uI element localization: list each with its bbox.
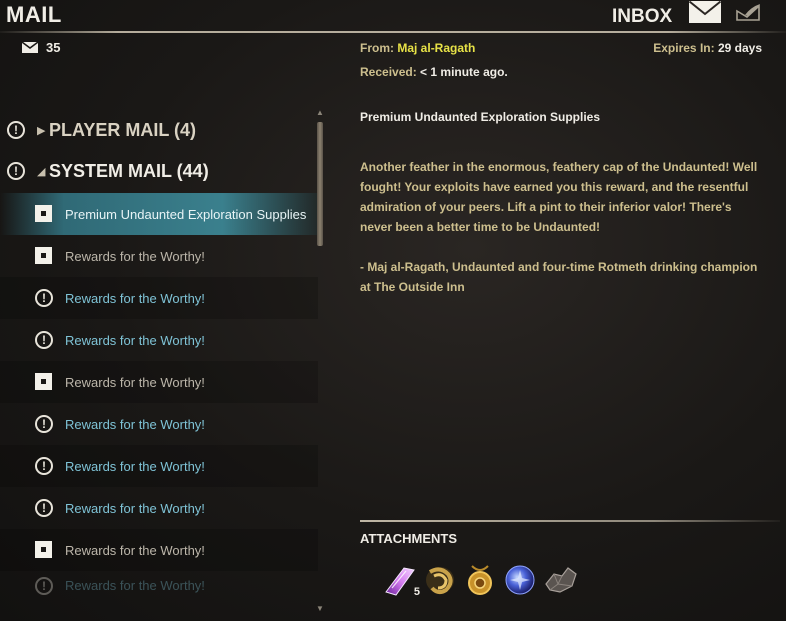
mail-expires: Expires In: 29 days [653, 41, 762, 55]
mail-item-subject: Rewards for the Worthy! [65, 248, 205, 264]
mail-item[interactable]: Premium Undaunted Exploration Supplies [0, 193, 318, 235]
read-square-icon [35, 205, 52, 222]
mail-item[interactable]: Rewards for the Worthy! [0, 529, 318, 571]
scroll-thumb[interactable] [317, 122, 323, 246]
mail-item-subject: Rewards for the Worthy! [65, 577, 205, 593]
attachment-item[interactable] [542, 562, 578, 598]
mail-item-subject: Rewards for the Worthy! [65, 374, 205, 390]
mail-item[interactable]: Rewards for the Worthy! [0, 361, 318, 403]
envelope-icon[interactable] [688, 0, 722, 24]
received-label: Received: [360, 65, 417, 79]
attachment-item[interactable] [422, 562, 458, 598]
mail-item[interactable]: ! Rewards for the Worthy! [0, 403, 318, 445]
scroll-down-arrow-icon[interactable]: ▼ [316, 604, 324, 613]
attachments-divider [360, 520, 780, 522]
expires-label: Expires In: [653, 41, 715, 55]
attachment-item[interactable] [462, 562, 498, 598]
compose-feather-icon[interactable] [735, 3, 761, 23]
header-divider [0, 31, 786, 33]
collapsed-arrow-icon: ▶ [37, 124, 46, 137]
mail-item-subject: Rewards for the Worthy! [65, 542, 205, 558]
mail-item-subject: Rewards for the Worthy! [65, 416, 205, 432]
attachment-item[interactable] [502, 562, 538, 598]
attachments-title: ATTACHMENTS [360, 531, 458, 546]
mail-list-scrollbar[interactable]: ▲ ▼ [316, 108, 324, 613]
category-player-mail[interactable]: ! ▶ PLAYER MAIL (4) [0, 110, 318, 150]
mail-received: Received: < 1 minute ago. [360, 65, 508, 79]
unread-alert-icon: ! [35, 289, 53, 307]
expanded-arrow-icon: ◢ [37, 165, 46, 178]
attachment-item[interactable]: 5 [382, 562, 420, 598]
category-system-mail[interactable]: ! ◢ SYSTEM MAIL (44) [0, 151, 318, 191]
unread-alert-icon: ! [35, 499, 53, 517]
coiled-rope-icon [426, 567, 454, 595]
sender-name: Maj al-Ragath [397, 41, 476, 55]
mail-item-subject: Rewards for the Worthy! [65, 500, 205, 516]
mail-item[interactable]: ! Rewards for the Worthy! [0, 319, 318, 361]
unread-alert-icon: ! [35, 415, 53, 433]
from-label: From: [360, 41, 394, 55]
mail-item[interactable]: ! Rewards for the Worthy! [0, 571, 318, 599]
mail-item[interactable]: ! Rewards for the Worthy! [0, 445, 318, 487]
mail-list: ! ▶ PLAYER MAIL (4) ! ◢ SYSTEM MAIL (44)… [0, 108, 318, 613]
unread-alert-icon: ! [35, 457, 53, 475]
unread-alert-icon: ! [35, 331, 53, 349]
read-square-icon [35, 541, 52, 558]
mail-item-subject: Premium Undaunted Exploration Supplies [65, 206, 307, 222]
mail-body-signature: - Maj al-Ragath, Undaunted and four-time… [360, 260, 758, 294]
attachments-list: 5 [382, 562, 578, 598]
alert-icon: ! [7, 162, 25, 180]
received-value: < 1 minute ago. [420, 65, 508, 79]
mail-item-subject: Rewards for the Worthy! [65, 332, 205, 348]
mail-item[interactable]: Rewards for the Worthy! [0, 235, 318, 277]
mail-item[interactable]: ! Rewards for the Worthy! [0, 277, 318, 319]
mail-item[interactable]: ! Rewards for the Worthy! [0, 487, 318, 529]
scroll-up-arrow-icon[interactable]: ▲ [316, 108, 324, 117]
attachment-quantity: 5 [413, 586, 420, 598]
alert-icon: ! [7, 121, 25, 139]
ore-chunk-icon [545, 567, 577, 593]
mail-body-paragraph: Another feather in the enormous, feather… [360, 160, 758, 234]
page-title: MAIL [6, 2, 62, 27]
expires-value: 29 days [717, 41, 762, 55]
mail-from: From: Maj al-Ragath [360, 41, 475, 55]
mail-count: 35 [22, 40, 60, 55]
inbox-tab-label: INBOX [612, 6, 673, 27]
gold-amulet-icon [468, 565, 492, 595]
mail-count-envelope-icon [22, 42, 38, 53]
category-label: SYSTEM MAIL (44) [49, 160, 209, 181]
unread-alert-icon: ! [35, 577, 53, 595]
read-square-icon [35, 373, 52, 390]
mail-subject: Premium Undaunted Exploration Supplies [360, 110, 601, 124]
purple-crystal-icon [385, 567, 415, 596]
blue-orb-icon [505, 565, 535, 595]
mail-item-subject: Rewards for the Worthy! [65, 290, 205, 306]
read-square-icon [35, 247, 52, 264]
mail-count-value: 35 [46, 40, 61, 55]
mail-body: Another feather in the enormous, feather… [360, 157, 760, 317]
mail-item-subject: Rewards for the Worthy! [65, 458, 205, 474]
category-label: PLAYER MAIL (4) [49, 119, 197, 140]
